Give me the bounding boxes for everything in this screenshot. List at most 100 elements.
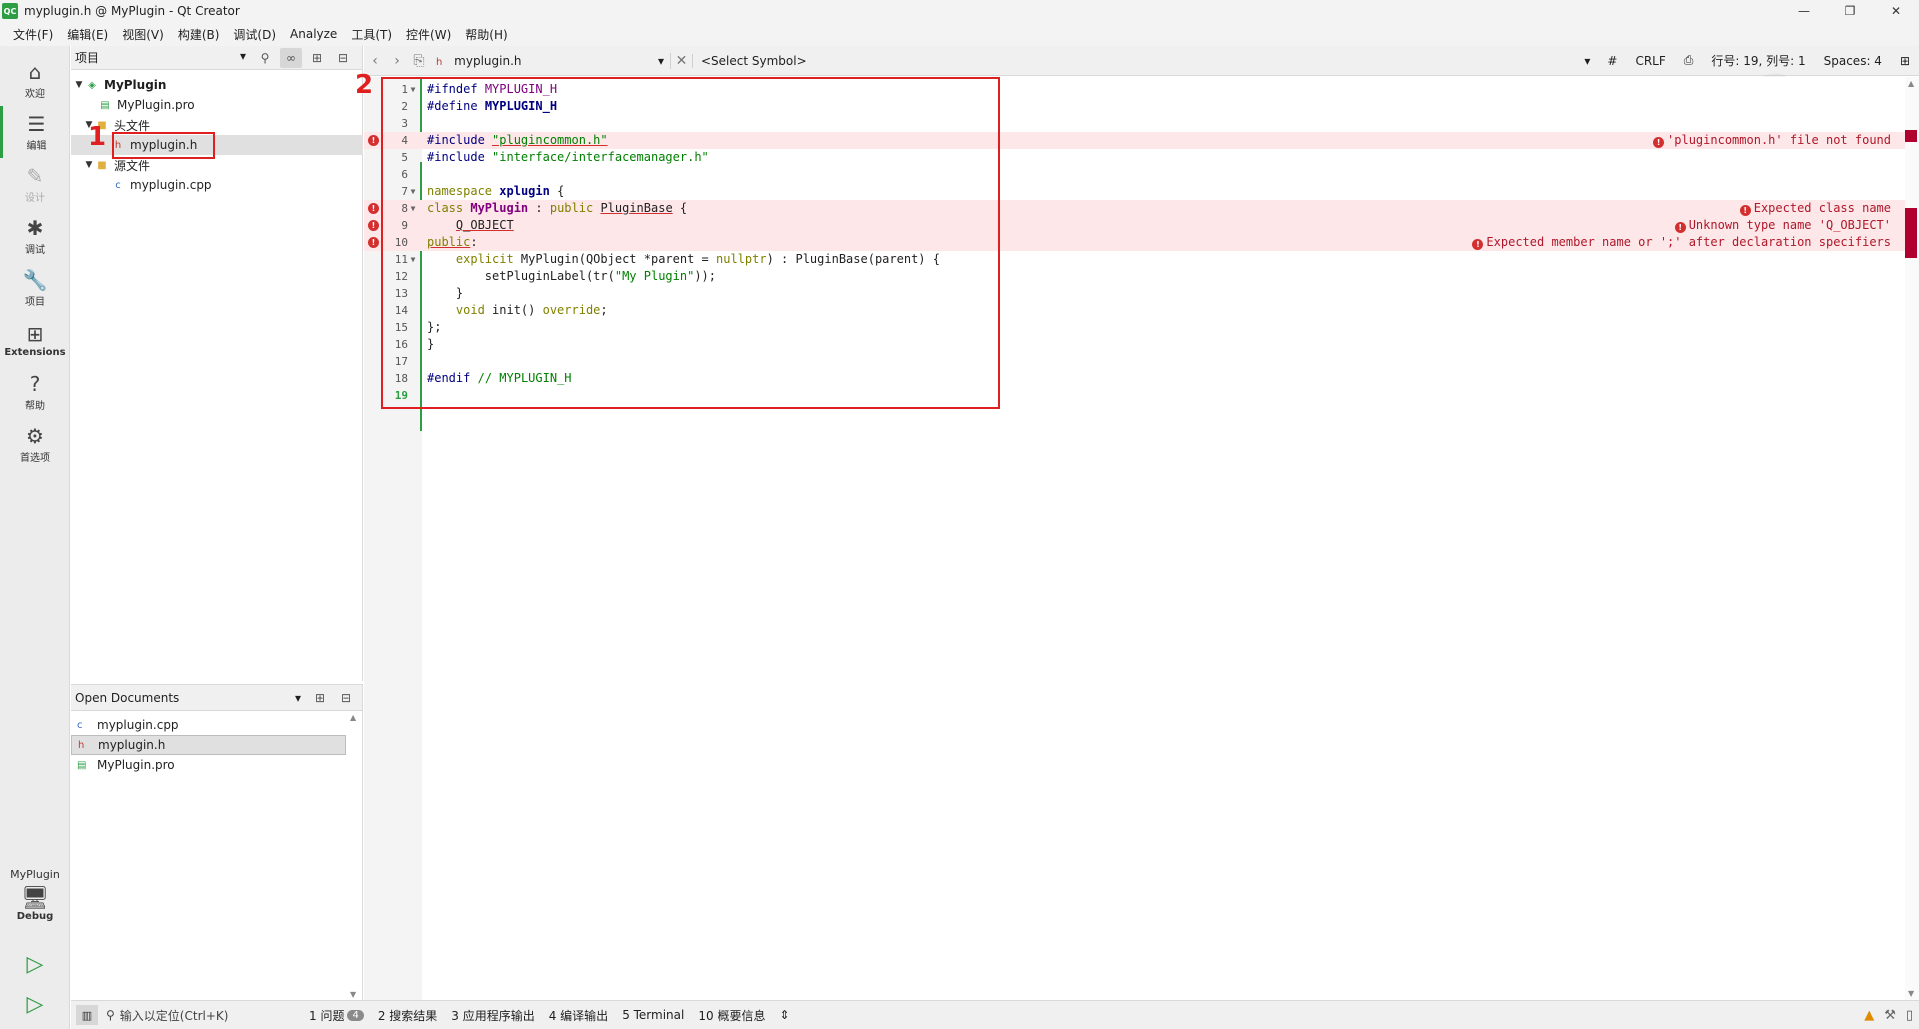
split-icon[interactable]: ⊞ xyxy=(306,48,328,68)
tree-item-project[interactable]: ▼ ◈ MyPlugin xyxy=(71,75,363,95)
menu-debug[interactable]: 调试(D) xyxy=(226,26,283,43)
run-button[interactable]: ▷ xyxy=(0,946,70,982)
open-document-label: myplugin.cpp xyxy=(97,718,179,732)
scroll-up-icon[interactable]: ▲ xyxy=(350,713,356,722)
close-panel-icon[interactable]: ⊟ xyxy=(332,48,354,68)
forward-icon[interactable]: › xyxy=(386,53,408,69)
search-icon: ⚲ xyxy=(106,1008,115,1022)
mode-help[interactable]: ? 帮助 xyxy=(0,366,70,418)
tree-item-pro-file[interactable]: ▤ MyPlugin.pro xyxy=(71,95,363,115)
annotation-number-1: 1 xyxy=(88,122,107,152)
issues-count-badge: 4 xyxy=(347,1009,364,1021)
maximize-button[interactable]: ❐ xyxy=(1827,0,1873,22)
split-editor-icon[interactable]: ⊞ xyxy=(1891,54,1919,68)
annotation-box-1 xyxy=(112,132,215,159)
locator[interactable]: ⚲ 输入以定位(Ctrl+K) xyxy=(106,1007,302,1024)
symbol-selector-combo[interactable]: <Select Symbol> ▾ xyxy=(692,53,1598,68)
menu-edit[interactable]: 编辑(E) xyxy=(60,26,115,43)
tab-general-messages[interactable]: 10 概要信息 xyxy=(691,1007,772,1024)
debug-run-button[interactable]: ▷ xyxy=(0,986,70,1022)
menu-analyze[interactable]: Analyze xyxy=(283,27,344,41)
lock-icon[interactable]: ⎘ xyxy=(408,53,430,69)
tab-compile-output[interactable]: 4 编译输出 xyxy=(542,1007,615,1024)
warning-icon[interactable]: ▲ xyxy=(1864,1008,1874,1023)
open-document-item[interactable]: c myplugin.cpp xyxy=(71,715,346,735)
toggle-sidebar-icon[interactable]: ▥ xyxy=(76,1005,98,1025)
tab-search-results[interactable]: 2 搜索结果 xyxy=(371,1007,444,1024)
open-documents-scrollbar[interactable]: ▲ ▼ xyxy=(348,711,362,1001)
mode-selector: ⌂ 欢迎 ☰ 编辑 ✎ 设计 ✱ 调试 🔧 项目 ⊞ Extensions ? … xyxy=(0,46,70,1029)
menu-tools[interactable]: 工具(T) xyxy=(344,26,399,43)
tools-icon[interactable]: ⚒ xyxy=(1884,1008,1896,1023)
tab-application-output[interactable]: 3 应用程序输出 xyxy=(444,1007,541,1024)
indent-button[interactable]: Spaces: 4 xyxy=(1815,54,1891,68)
open-documents-title: Open Documents xyxy=(75,690,180,705)
error-icon: ! xyxy=(1674,222,1686,233)
editor-toolbar: ‹ › ⎘ h myplugin.h ▾ ✕ <Select Symbol> ▾… xyxy=(364,46,1919,76)
mode-preferences[interactable]: ⚙ 首选项 xyxy=(0,418,70,470)
tree-item-myplugin-cpp[interactable]: c myplugin.cpp xyxy=(71,175,363,195)
mode-welcome[interactable]: ⌂ 欢迎 xyxy=(0,54,70,106)
scroll-down-icon[interactable]: ▼ xyxy=(350,990,356,999)
close-button[interactable]: ✕ xyxy=(1873,0,1919,22)
header-file-icon: h xyxy=(78,739,85,751)
gear-icon: ⚙ xyxy=(26,423,44,448)
project-icon: ◈ xyxy=(88,79,96,91)
minimize-button[interactable]: — xyxy=(1781,0,1827,22)
tab-terminal[interactable]: 5 Terminal xyxy=(615,1008,691,1022)
link-icon[interactable]: ∞ xyxy=(280,47,302,68)
edit-icon: ☰ xyxy=(27,111,46,136)
menu-widgets[interactable]: 控件(W) xyxy=(399,26,458,43)
file-encoding-icon[interactable]: ⎙ xyxy=(1675,53,1703,68)
symbol-label: <Select Symbol> xyxy=(701,53,807,68)
scrollbar-error-marker xyxy=(1905,130,1917,142)
mode-label: Extensions xyxy=(4,346,66,358)
split-icon[interactable]: ⊞ xyxy=(309,688,331,708)
close-document-icon[interactable]: ✕ xyxy=(670,52,692,69)
menu-bar: 文件(F) 编辑(E) 视图(V) 构建(B) 调试(D) Analyze 工具… xyxy=(0,22,1919,46)
tree-item-label: MyPlugin xyxy=(104,78,167,92)
header-file-icon: h xyxy=(436,56,443,68)
tree-item-label: 头文件 xyxy=(114,118,151,133)
cursor-position[interactable]: 行号: 19, 列号: 1 xyxy=(1702,52,1814,69)
current-file-label: myplugin.h xyxy=(454,53,522,68)
error-icon: ! xyxy=(368,237,379,248)
open-document-item[interactable]: h myplugin.h xyxy=(71,735,346,755)
menu-build[interactable]: 构建(B) xyxy=(171,26,227,43)
filter-icon[interactable]: ⚲ xyxy=(254,48,276,68)
menu-file[interactable]: 文件(F) xyxy=(6,26,60,43)
open-document-label: myplugin.h xyxy=(98,738,166,752)
mode-extensions[interactable]: ⊞ Extensions xyxy=(0,314,70,366)
monitor-icon: 🖥 xyxy=(21,886,49,911)
home-icon: ⌂ xyxy=(28,59,42,84)
scroll-down-icon[interactable]: ▼ xyxy=(1908,989,1914,998)
mode-projects[interactable]: 🔧 项目 xyxy=(0,262,70,314)
mode-design[interactable]: ✎ 设计 xyxy=(0,158,70,210)
menu-view[interactable]: 视图(V) xyxy=(115,26,171,43)
mode-edit[interactable]: ☰ 编辑 xyxy=(0,106,70,158)
toggle-output-pane-icon[interactable]: ▯ xyxy=(1906,1008,1913,1023)
expand-arrow-icon[interactable]: ▼ xyxy=(73,80,85,90)
view-selector-combo[interactable]: 项目 ▾ xyxy=(75,49,250,66)
kit-selector[interactable]: 🖥 Debug xyxy=(0,886,70,936)
line-ending-button[interactable]: CRLF xyxy=(1626,54,1674,68)
view-selector-label: 项目 xyxy=(75,51,100,65)
scroll-up-icon[interactable]: ▲ xyxy=(1908,79,1914,88)
locator-placeholder: 输入以定位(Ctrl+K) xyxy=(119,1008,229,1023)
open-document-item[interactable]: ▤ MyPlugin.pro xyxy=(71,755,346,775)
menu-help[interactable]: 帮助(H) xyxy=(458,26,514,43)
scrollbar-error-marker xyxy=(1905,208,1917,258)
more-tabs-icon[interactable]: ⇕ xyxy=(772,1008,796,1022)
preprocessor-button[interactable]: # xyxy=(1598,54,1626,68)
tab-issues[interactable]: 1 问题 4 xyxy=(302,1007,371,1024)
back-icon[interactable]: ‹ xyxy=(364,53,386,69)
error-annotation: !'plugincommon.h' file not found xyxy=(1653,132,1891,149)
kit-project-label: MyPlugin xyxy=(10,868,60,881)
expand-arrow-icon[interactable]: ▼ xyxy=(83,160,95,170)
open-document-label: MyPlugin.pro xyxy=(97,758,175,772)
close-panel-icon[interactable]: ⊟ xyxy=(335,688,357,708)
open-documents-combo[interactable]: Open Documents ▾ xyxy=(75,691,305,705)
mode-debug[interactable]: ✱ 调试 xyxy=(0,210,70,262)
qt-creator-logo-icon: QC xyxy=(2,3,18,19)
file-selector-combo[interactable]: h myplugin.h ▾ xyxy=(430,54,670,68)
